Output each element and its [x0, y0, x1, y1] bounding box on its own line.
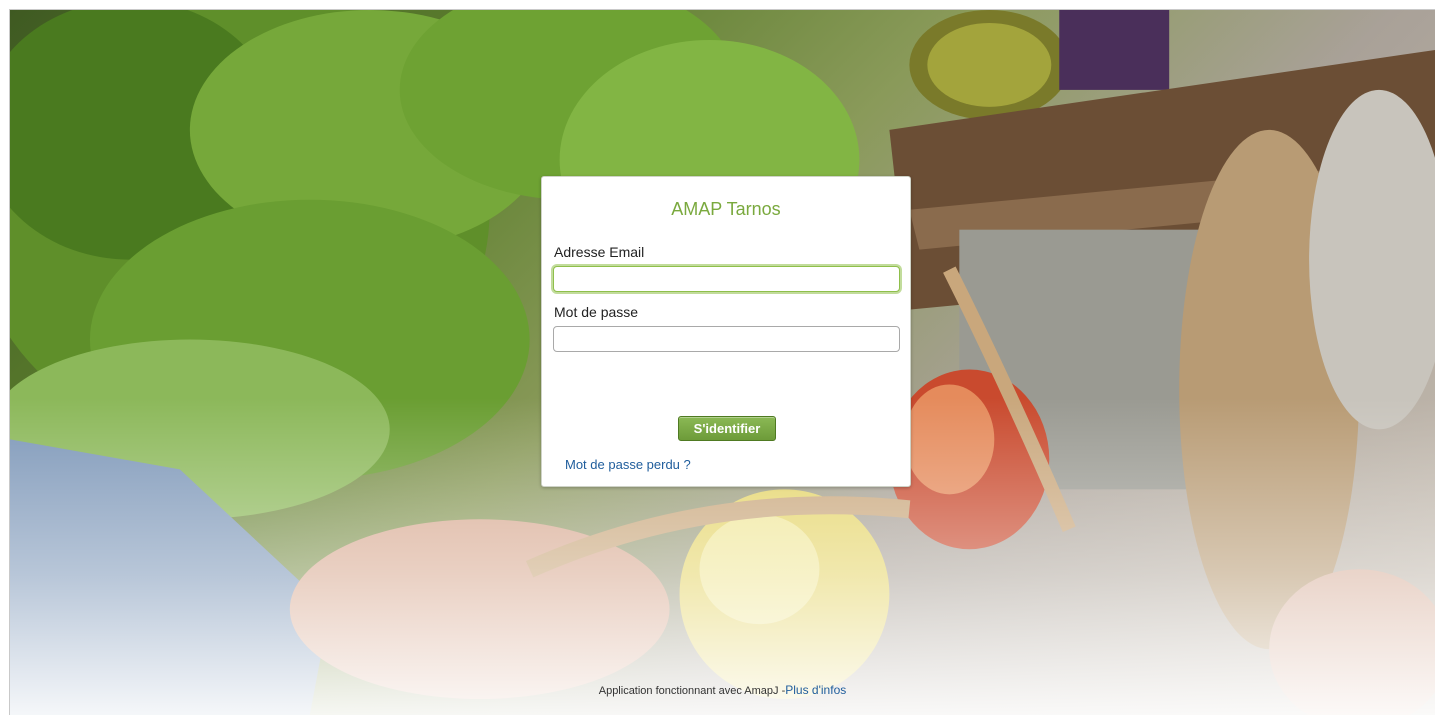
email-field[interactable] — [553, 266, 900, 292]
login-button[interactable]: S'identifier — [678, 416, 776, 441]
footer-text: Application fonctionnant avec AmapJ - — [598, 685, 786, 697]
page-title: AMAP Tarnos — [671, 199, 781, 219]
footer: Application fonctionnant avec AmapJ -Plu… — [10, 683, 1435, 697]
lost-password-link[interactable]: Mot de passe perdu ? — [565, 457, 691, 472]
password-field[interactable] — [553, 326, 900, 352]
login-card: AMAP Tarnos Adresse Email Mot de passe S… — [541, 176, 911, 487]
more-info-link[interactable]: Plus d'infos — [785, 683, 846, 697]
email-label: Adresse Email — [554, 244, 645, 260]
password-label: Mot de passe — [554, 304, 639, 320]
